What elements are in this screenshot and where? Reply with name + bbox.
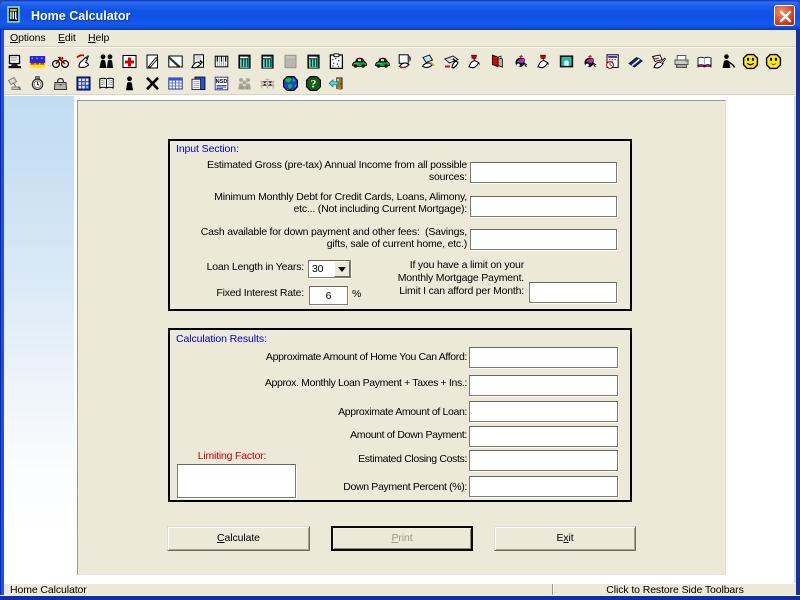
svg-text:?: ? bbox=[310, 78, 316, 90]
svg-text:NSD: NSD bbox=[215, 79, 227, 85]
